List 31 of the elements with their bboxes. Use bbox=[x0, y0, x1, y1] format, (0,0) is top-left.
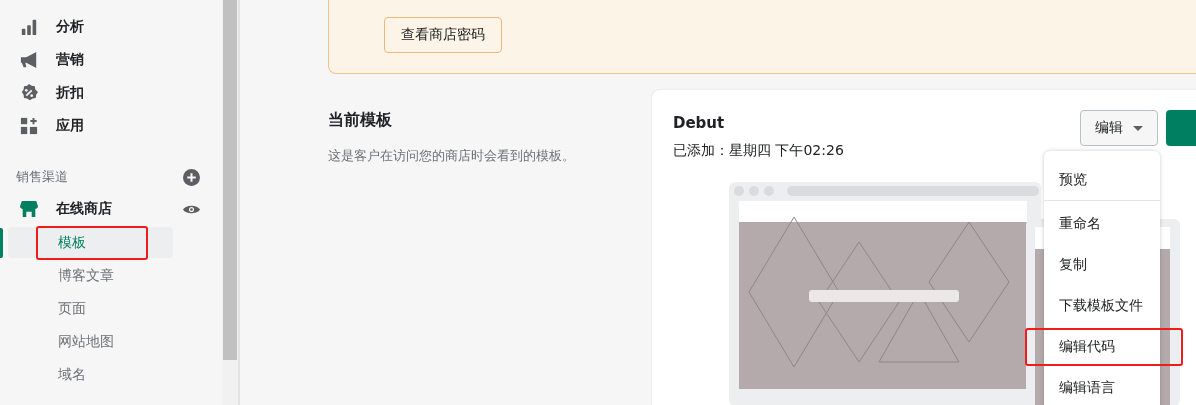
view-password-button[interactable]: 查看商店密码 bbox=[384, 17, 502, 53]
menu-item[interactable]: 编辑代码 bbox=[1025, 328, 1183, 366]
sub-nav-item[interactable]: 网站地图 bbox=[8, 326, 173, 357]
section-description: 这是客户在访问您的商店时会看到的模板。 bbox=[328, 147, 576, 165]
menu-item[interactable]: 重命名 bbox=[1044, 203, 1160, 244]
section-title: 当前模板 bbox=[328, 110, 393, 131]
add-icon[interactable] bbox=[183, 168, 200, 186]
caret-icon bbox=[1133, 125, 1143, 131]
apps-icon bbox=[20, 116, 38, 135]
sub-nav-item[interactable]: 域名 bbox=[8, 359, 173, 390]
nav-item[interactable]: 在线商店 bbox=[0, 192, 112, 226]
added-date: 已添加：星期四 下午02:26 bbox=[673, 142, 844, 160]
nav-item[interactable]: 折扣 bbox=[0, 76, 222, 109]
menu-item[interactable]: 编辑语言 bbox=[1044, 367, 1160, 405]
sub-nav-item[interactable]: 页面 bbox=[8, 293, 173, 324]
sub-nav-item[interactable]: 博客文章 bbox=[8, 260, 173, 291]
menu-item[interactable]: 复制 bbox=[1044, 244, 1160, 285]
menu-item[interactable]: 预览 bbox=[1044, 159, 1160, 200]
store-icon bbox=[20, 200, 38, 218]
scrollbar-thumb[interactable] bbox=[223, 0, 237, 360]
sub-nav-item[interactable]: 模板 bbox=[8, 227, 173, 258]
megaphone-icon bbox=[20, 50, 38, 69]
nav-item[interactable]: 分析 bbox=[0, 10, 222, 43]
theme-name: Debut bbox=[673, 114, 726, 132]
bar-chart-icon bbox=[20, 17, 38, 36]
section-heading: 销售渠道 bbox=[16, 168, 68, 186]
discount-icon bbox=[20, 83, 38, 102]
edit-dropdown-button[interactable]: 编辑 bbox=[1080, 110, 1158, 146]
menu-item[interactable]: 下载模板文件 bbox=[1044, 285, 1160, 326]
nav-item[interactable]: 营销 bbox=[0, 43, 222, 76]
nav-item[interactable]: 应用 bbox=[0, 109, 222, 142]
